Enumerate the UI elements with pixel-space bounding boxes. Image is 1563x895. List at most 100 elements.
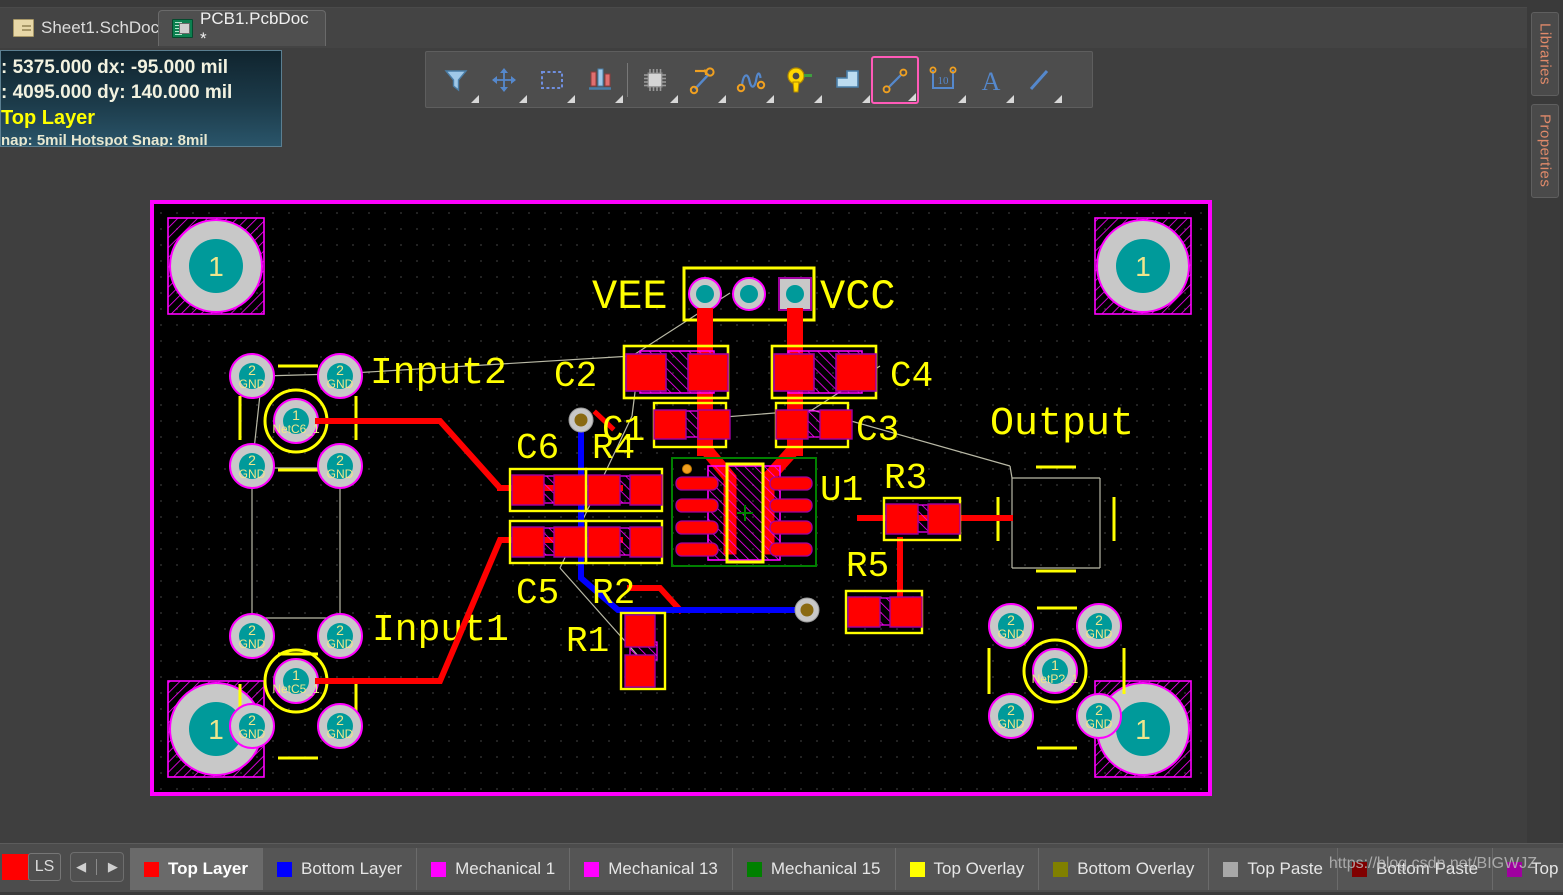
R4-pad-2[interactable] — [629, 474, 663, 506]
pcb-canvas[interactable]: 1 1 1 1 2 GND 2 GND 2 GND 2 GND 1 NetC6_… — [0, 148, 1527, 843]
output-gnd-pad-top-left[interactable]: 2 GND — [988, 603, 1034, 649]
layer-tab-top-solder[interactable]: Top S — [1493, 848, 1563, 890]
C6-pad-1[interactable] — [511, 474, 545, 506]
place-line-icon[interactable] — [871, 55, 919, 104]
move-crosshair-icon[interactable] — [480, 56, 528, 104]
layer-tab-mechanical-13[interactable]: Mechanical 13 — [570, 848, 733, 890]
R2-pad-1[interactable] — [587, 526, 621, 558]
C3-pad-2[interactable] — [819, 409, 853, 440]
place-via-icon[interactable] — [775, 56, 823, 104]
R5-pad-2[interactable] — [889, 596, 923, 628]
layer-tab-mechanical-1[interactable]: Mechanical 1 — [417, 848, 571, 890]
pcb-icon — [172, 19, 193, 38]
header-pad-3[interactable] — [778, 277, 812, 311]
R1-pad-1[interactable] — [624, 614, 656, 648]
header-pad-2[interactable] — [732, 277, 766, 311]
C2-pad-1[interactable] — [625, 353, 667, 392]
pcb-editor-window: Sheet1.SchDoc PCB1.PcbDoc * : 5375.000 d… — [0, 0, 1563, 895]
place-component-icon[interactable] — [631, 56, 679, 104]
output-gnd-pad-bottom-left[interactable]: 2 GND — [988, 693, 1034, 739]
output-gnd-pad-top-right[interactable]: 2 GND — [1076, 603, 1122, 649]
layer-tab-bottom-paste[interactable]: Bottom Paste — [1337, 848, 1494, 890]
schematic-icon — [13, 19, 34, 37]
output-gnd-pad-bottom-right[interactable]: 2 GND — [1076, 693, 1122, 739]
document-tab-pcb[interactable]: PCB1.PcbDoc * — [158, 9, 326, 48]
layer-tab-bottom-layer[interactable]: Bottom Layer — [262, 848, 418, 890]
pad-number: 2 — [248, 362, 256, 378]
pad-number: 2 — [336, 622, 344, 638]
pad-net: GND — [239, 727, 266, 741]
layer-tab-label: Bottom Paste — [1375, 859, 1479, 878]
layer-tab-bottom-overlay[interactable]: Bottom Overlay — [1039, 848, 1210, 890]
layer-color-swatch — [276, 861, 292, 877]
polygon-pour-icon[interactable] — [823, 56, 871, 104]
pad-number: 2 — [336, 362, 344, 378]
C1-pad-1[interactable] — [653, 409, 687, 440]
selection-box-icon[interactable] — [528, 56, 576, 104]
dropdown-corner-marker — [1054, 94, 1062, 103]
C2-pad-2[interactable] — [687, 353, 729, 392]
layer-tab-label: Bottom Layer — [300, 859, 403, 878]
silk-label-vcc: VCC — [820, 273, 896, 321]
layer-next-button[interactable]: ▶ — [108, 859, 118, 875]
layer-tab-top-paste[interactable]: Top Paste — [1209, 848, 1338, 890]
pad-net: GND — [998, 717, 1025, 731]
silk-designator-R4: R4 — [592, 428, 635, 469]
dock-tab-properties[interactable]: Properties — [1531, 104, 1559, 198]
R3-pad-2[interactable] — [927, 503, 961, 535]
document-tab-schematic[interactable]: Sheet1.SchDoc — [0, 10, 159, 46]
pad-net: GND — [327, 727, 354, 741]
C1-pad-2[interactable] — [697, 409, 731, 440]
mounting-hole-top-left[interactable]: 1 — [167, 217, 265, 315]
dropdown-corner-marker — [670, 94, 678, 103]
input2-gnd-pad-br[interactable]: 2 GND — [317, 443, 363, 489]
align-icon[interactable] — [576, 56, 624, 104]
via-c1[interactable] — [568, 407, 594, 433]
input1-gnd-pad-br[interactable]: 2 GND — [317, 703, 363, 749]
U1-pin1-marker — [682, 464, 692, 474]
layer-tab-label: Mechanical 1 — [455, 859, 556, 878]
via-r5[interactable] — [794, 597, 820, 623]
input2-gnd-pad-tl[interactable]: 2 GND — [229, 353, 275, 399]
R5-pad-1[interactable] — [847, 596, 881, 628]
C5-pad-2[interactable] — [553, 526, 587, 558]
input1-gnd-pad-bl[interactable]: 2 GND — [229, 703, 275, 749]
input2-gnd-pad-bl[interactable]: 2 GND — [229, 443, 275, 489]
C3-pad-1[interactable] — [775, 409, 809, 440]
layer-color-swatch — [584, 861, 600, 877]
R3-pad-1[interactable] — [885, 503, 919, 535]
layer-color-swatch — [1507, 861, 1523, 877]
differential-pair-icon[interactable] — [727, 56, 775, 104]
pad-number: 2 — [1007, 702, 1015, 718]
layer-tab-top-layer[interactable]: Top Layer — [130, 848, 263, 890]
layer-color-swatch — [431, 861, 447, 877]
R4-pad-1[interactable] — [587, 474, 621, 506]
input1-gnd-pad-tl[interactable]: 2 GND — [229, 613, 275, 659]
layer-tab-mechanical-15[interactable]: Mechanical 15 — [732, 848, 896, 890]
pad-net: GND — [1086, 717, 1113, 731]
C5-pad-1[interactable] — [511, 526, 545, 558]
C4-pad-2[interactable] — [835, 353, 877, 392]
input1-gnd-pad-tr[interactable]: 2 GND — [317, 613, 363, 659]
input2-gnd-pad-tr[interactable]: 2 GND — [317, 353, 363, 399]
C6-pad-2[interactable] — [553, 474, 587, 506]
silk-label-input1: Input1 — [372, 609, 509, 652]
window-top-strip — [0, 0, 1563, 8]
layer-tab-top-overlay[interactable]: Top Overlay — [895, 848, 1040, 890]
R1-pad-2[interactable] — [624, 654, 656, 688]
route-track-icon[interactable] — [679, 56, 727, 104]
mounting-hole-top-right[interactable]: 1 — [1094, 217, 1192, 315]
R2-pad-2[interactable] — [629, 526, 663, 558]
dropdown-corner-marker — [862, 94, 870, 103]
layer-prev-button[interactable]: ◀ — [76, 859, 86, 875]
header-pad-1[interactable] — [688, 277, 722, 311]
layer-sets-button[interactable]: LS — [28, 853, 61, 881]
dimension-icon[interactable]: 10 — [919, 56, 967, 104]
dropdown-corner-marker — [814, 94, 822, 103]
C4-pad-1[interactable] — [773, 353, 815, 392]
output-signal-pad[interactable]: 1 NetP?_1 — [1022, 638, 1088, 704]
place-string-icon[interactable]: A — [967, 56, 1015, 104]
filter-icon[interactable] — [432, 56, 480, 104]
dock-tab-libraries[interactable]: Libraries — [1531, 12, 1559, 96]
draw-line-icon[interactable] — [1015, 56, 1063, 104]
